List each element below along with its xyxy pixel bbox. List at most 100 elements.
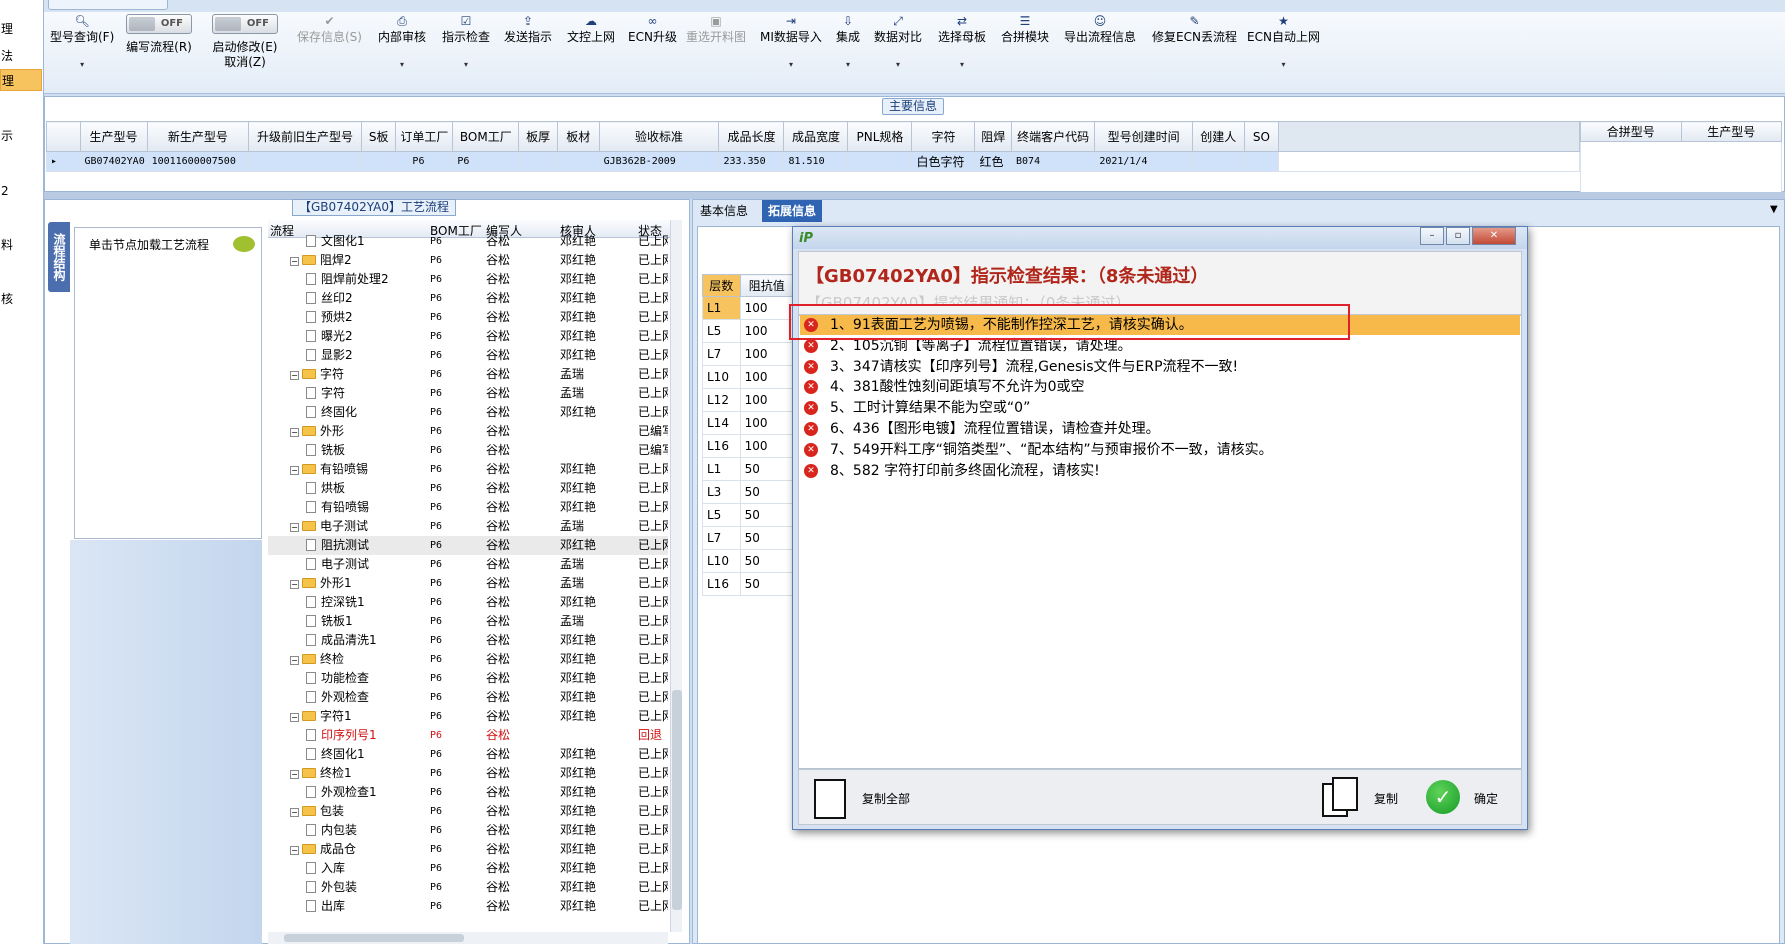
column-header[interactable]: 成品宽度 [783,121,849,152]
table-cell[interactable]: L5 [702,503,741,527]
tree-group-row[interactable]: − 阻焊2 P6 谷松 邓红艳 已上网 [268,251,668,270]
column-header[interactable]: 终端客户代码 [1011,121,1096,152]
process-structure-tab[interactable]: 流程结构 [48,222,70,292]
table-cell[interactable] [360,151,397,172]
tree-leaf-row[interactable]: 终固化 P6 谷松 邓红艳 已上网 [268,403,668,422]
table-cell[interactable] [518,151,558,172]
collapse-icon[interactable]: − [290,428,299,437]
dropdown-arrow-icon[interactable]: ▾ [938,57,986,72]
confirm-check-icon[interactable]: ✓ [1426,780,1460,814]
table-cell[interactable] [248,151,362,172]
column-header[interactable]: 新生产型号 [146,121,250,152]
table-cell[interactable]: 白色字符 [911,151,976,172]
tree-leaf-row[interactable]: 有铅喷锡 P6 谷松 邓红艳 已上网 [268,498,668,517]
document-tab[interactable] [48,0,168,10]
table-cell[interactable]: 100 [739,296,795,320]
table-cell[interactable]: 10011600007500 [146,151,250,172]
left-nav-item[interactable]: 示 [0,125,42,147]
table-row[interactable]: L16 100 [702,434,795,458]
ecn-auto-online-button[interactable]: ★ ECN自动上网 ▾ [1247,14,1320,72]
dropdown-arrow-icon[interactable]: ▾ [442,57,490,72]
tree-leaf-row[interactable]: 外观检查 P6 谷松 邓红艳 已上网 [268,688,668,707]
column-header[interactable]: 阻抗值 [739,274,795,297]
tree-group-row[interactable]: − 外形1 P6 谷松 孟瑞 已上网 [268,574,668,593]
collapse-icon[interactable]: − [290,656,299,665]
minimize-button[interactable]: – [1420,227,1444,245]
table-cell[interactable]: L7 [702,342,741,366]
table-cell[interactable]: L7 [702,526,741,550]
check-result-item[interactable]: ✕ 3、347请核实【印序列号】流程,Genesis文件与ERP流程不一致! [800,357,1520,377]
select-master-board-button[interactable]: ⇄ 选择母板 ▾ [938,14,986,72]
tree-leaf-row[interactable]: 文图化1 P6 谷松 邓红艳 已上网 [268,232,668,251]
table-row[interactable]: L1 50 [702,457,795,481]
copy-button[interactable]: 复制 [1374,789,1398,809]
tree-leaf-row[interactable]: 烘板 P6 谷松 邓红艳 已上网 [268,479,668,498]
table-cell[interactable]: 100 [739,319,795,343]
check-result-item[interactable]: ✕ 5、工时计算结果不能为空或“0” [800,398,1520,418]
table-cell[interactable]: 50 [739,526,795,550]
check-result-item[interactable]: ✕ 7、549开料工序“铜箔类型”、“配本结构”与预审报价不一致，请核实。 [800,440,1520,460]
data-compare-button[interactable]: ⤢ 数据对比 ▾ [874,14,922,72]
tree-group-row[interactable]: − 有铅喷锡 P6 谷松 邓红艳 已上网 [268,460,668,479]
left-nav-item[interactable]: 理 [0,18,42,40]
tree-leaf-row[interactable]: 控深铣1 P6 谷松 邓红艳 已上网 [268,593,668,612]
table-row[interactable]: L1 100 [702,296,795,320]
vertical-scrollbar[interactable] [670,220,682,932]
column-header[interactable]: S板 [360,121,397,152]
start-modify-toggle[interactable]: OFF 启动修改(E) 取消(Z) [212,14,278,70]
tree-leaf-row[interactable]: 丝印2 P6 谷松 邓红艳 已上网 [268,289,668,308]
table-cell[interactable]: 50 [739,480,795,504]
dropdown-arrow-icon[interactable]: ▾ [874,57,922,72]
tree-leaf-row[interactable]: 电子测试 P6 谷松 孟瑞 已上网 [268,555,668,574]
dropdown-arrow-icon[interactable]: ▾ [836,57,860,72]
table-cell[interactable]: P6 [395,151,454,172]
left-nav-item[interactable]: 核 [0,288,42,310]
toggle-switch[interactable]: OFF [212,14,278,34]
table-row[interactable]: L3 50 [702,480,795,504]
check-result-item[interactable]: ✕ 6、436【图形电镀】流程位置错误，请检查并处理。 [800,419,1520,439]
export-process-info-button[interactable]: ☺ 导出流程信息 [1064,14,1136,45]
tree-leaf-row[interactable]: 终固化1 P6 谷松 邓红艳 已上网 [268,745,668,764]
table-cell[interactable]: 50 [739,572,795,596]
column-header[interactable]: 合拼型号 [1580,121,1682,142]
tree-leaf-row[interactable]: 字符 P6 谷松 孟瑞 已上网 [268,384,668,403]
table-cell[interactable]: 2021/1/4 [1094,151,1193,172]
tree-leaf-row[interactable]: 外观检查1 P6 谷松 邓红艳 已上网 [268,783,668,802]
table-cell[interactable]: 50 [739,503,795,527]
tree-group-row[interactable]: − 电子测试 P6 谷松 孟瑞 已上网 [268,517,668,536]
collapse-icon[interactable]: − [290,466,299,475]
collapse-icon[interactable]: − [290,713,299,722]
tree-leaf-row[interactable]: 入库 P6 谷松 邓红艳 已上网 [268,859,668,878]
collapse-icon[interactable]: − [290,371,299,380]
merge-module-button[interactable]: ☰ 合拼模块 [1001,14,1049,45]
table-cell[interactable]: L10 [702,549,741,573]
tree-leaf-row[interactable]: 预烘2 P6 谷松 邓红艳 已上网 [268,308,668,327]
column-header[interactable]: 层数 [702,274,741,297]
table-cell[interactable]: L10 [702,365,741,389]
save-info-button[interactable]: ✔ 保存信息(S) [297,14,362,45]
table-cell[interactable] [847,151,913,172]
dialog-title-bar[interactable] [793,227,1527,249]
left-nav-item-selected[interactable]: 理 [0,69,42,91]
model-query-button[interactable]: 🔍︎ 型号查询(F) ▾ [50,14,114,72]
tab-basic-info[interactable]: 基本信息 [694,200,754,222]
column-header[interactable]: 创建人 [1191,121,1245,152]
table-cell[interactable]: 233.350 [718,151,785,172]
document-icon[interactable] [814,779,846,819]
tree-group-row[interactable]: − 终检1 P6 谷松 邓红艳 已上网 [268,764,668,783]
table-cell[interactable]: 100 [739,434,795,458]
table-cell[interactable] [1191,151,1245,172]
collapse-icon[interactable]: − [290,523,299,532]
left-nav-item[interactable]: 法 [0,45,42,67]
collapse-icon[interactable]: − [290,808,299,817]
tree-group-row[interactable]: − 成品仓 P6 谷松 邓红艳 已上网 [268,840,668,859]
column-header[interactable]: 板材 [556,121,600,152]
table-cell[interactable]: 100 [739,342,795,366]
tree-leaf-row[interactable]: 印序列号1 P6 谷松 回退 [268,726,668,745]
integration-button[interactable]: ⇩ 集成 ▾ [836,14,860,72]
collapse-icon[interactable]: − [290,770,299,779]
table-cell[interactable]: L1 [702,457,741,481]
table-cell[interactable]: L5 [702,319,741,343]
table-row[interactable]: L10 50 [702,549,795,573]
table-cell[interactable]: 100 [739,411,795,435]
